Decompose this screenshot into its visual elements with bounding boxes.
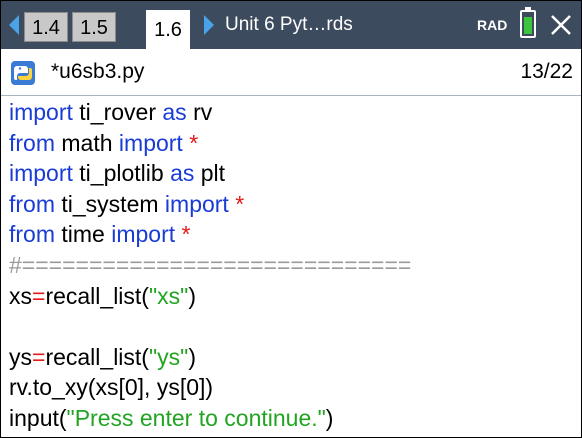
- code-text: rv.to_xy(xs[0], ys[0]): [9, 374, 214, 401]
- code-line-6[interactable]: #=============================: [9, 250, 577, 281]
- document-title: Unit 6 Pyt…rds: [225, 14, 353, 35]
- battery-icon: [520, 7, 536, 38]
- code-editor[interactable]: import ti_rover as rv from math import *…: [9, 97, 577, 434]
- previous-page-arrow-icon[interactable]: [9, 15, 19, 35]
- keyword: from: [9, 221, 55, 248]
- keyword: as: [170, 160, 195, 187]
- keyword: import: [118, 129, 183, 156]
- calculator-window: 1.4 1.5 1.6 Unit 6 Pyt…rds RAD *u6sb3.py…: [0, 0, 582, 438]
- code-text: ti_system: [55, 190, 165, 217]
- code-line-11[interactable]: input("Press enter to continue."): [9, 403, 577, 434]
- code-text: ti_plotlib: [72, 160, 171, 187]
- code-text: plt: [194, 160, 226, 187]
- code-text: ): [188, 343, 196, 370]
- tab-1-6[interactable]: 1.6: [146, 10, 190, 49]
- tab-1-5[interactable]: 1.5: [72, 12, 116, 42]
- keyword: import: [111, 221, 176, 248]
- python-icon: [11, 61, 35, 85]
- next-page-arrow-icon[interactable]: [204, 15, 214, 35]
- keyword: import: [9, 99, 73, 125]
- code-line-4[interactable]: from ti_system import *: [9, 189, 577, 220]
- code-text: ): [325, 404, 334, 431]
- code-text: ti_rover: [72, 99, 163, 125]
- code-line-5[interactable]: from time import *: [9, 219, 577, 250]
- keyword: from: [9, 190, 55, 217]
- operator: *: [235, 190, 245, 217]
- string-literal: "Press enter to continue.": [66, 404, 326, 431]
- operator: *: [181, 221, 191, 248]
- battery-level-fill: [524, 17, 532, 34]
- file-name: *u6sb3.py: [51, 60, 145, 83]
- code-text: xs: [9, 282, 32, 309]
- code-text: ): [188, 282, 196, 309]
- string-literal: "ys": [148, 343, 189, 370]
- line-position: 13/22: [520, 60, 573, 83]
- keyword: as: [162, 99, 187, 125]
- close-icon[interactable]: [549, 13, 573, 37]
- editor-header: *u6sb3.py 13/22: [1, 49, 581, 96]
- code-text: ys: [9, 343, 32, 370]
- keyword: import: [164, 190, 229, 217]
- tab-bar: 1.4 1.5 1.6 Unit 6 Pyt…rds RAD: [1, 1, 581, 49]
- code-text: recall_list(: [45, 282, 149, 309]
- code-line-9[interactable]: ys=recall_list("ys"): [9, 342, 577, 373]
- tab-1-4[interactable]: 1.4: [24, 12, 68, 42]
- code-line-7[interactable]: xs=recall_list("xs"): [9, 281, 577, 312]
- keyword: import: [9, 160, 73, 187]
- operator: *: [189, 129, 199, 156]
- code-text: time: [55, 221, 112, 248]
- code-line-2[interactable]: from math import *: [9, 128, 577, 159]
- code-line-10[interactable]: rv.to_xy(xs[0], ys[0]): [9, 372, 577, 403]
- code-text: rv: [186, 99, 213, 125]
- operator: =: [32, 282, 46, 309]
- keyword: from: [9, 129, 55, 156]
- angle-mode-indicator: RAD: [477, 17, 508, 33]
- operator: =: [32, 343, 46, 370]
- code-text: input(: [9, 404, 67, 431]
- code-line-1[interactable]: import ti_rover as rv: [9, 97, 577, 128]
- code-line-8[interactable]: [9, 311, 577, 342]
- code-line-3[interactable]: import ti_plotlib as plt: [9, 158, 577, 189]
- string-literal: "xs": [148, 282, 189, 309]
- code-text: math: [55, 129, 119, 156]
- comment: #=============================: [9, 251, 412, 278]
- code-text: recall_list(: [45, 343, 149, 370]
